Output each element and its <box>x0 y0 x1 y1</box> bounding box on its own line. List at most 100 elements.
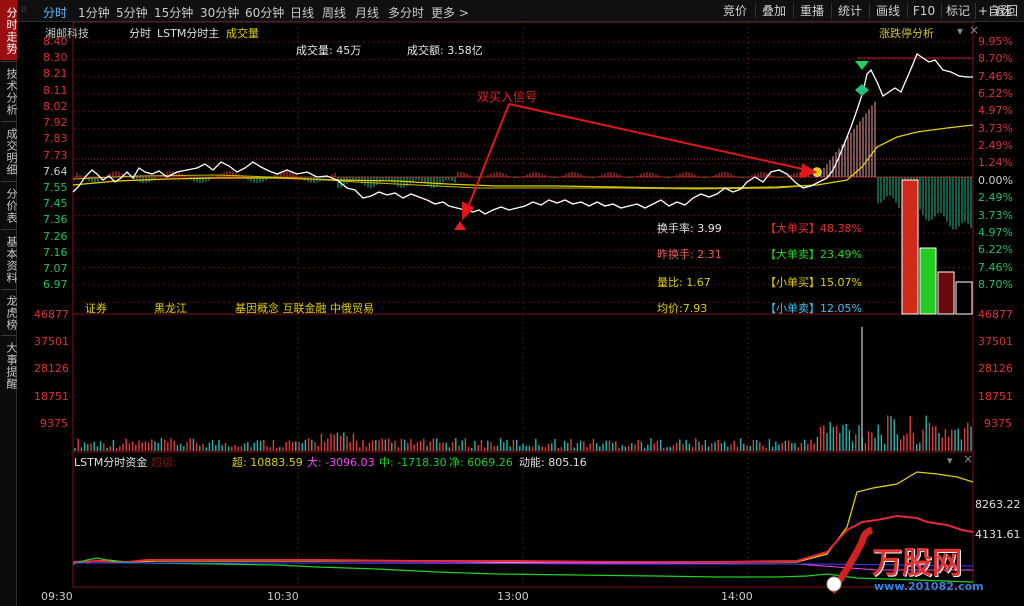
period-weekly[interactable]: 周线 <box>322 4 346 21</box>
fund-super-label: 超: 10883.59 <box>232 456 303 469</box>
pct-tick: 4.97% <box>978 104 1013 118</box>
time-tick: 14:00 <box>721 590 753 603</box>
period-toolbar: ⁞⁞ 分时 1分钟 5分钟 15分钟 30分钟 60分钟 日线 周线 月线 多分… <box>17 0 1024 22</box>
price-tick: 8.02 <box>43 99 68 113</box>
indicator-sub: 成交量 <box>226 27 259 40</box>
period-monthly[interactable]: 月线 <box>355 4 379 21</box>
price-tick: 8.11 <box>43 83 68 97</box>
amount-label: 成交额: 3.58亿 <box>407 44 483 57</box>
price-tick: 6.97 <box>43 278 68 292</box>
watermark-url: www.201082.com <box>874 580 984 593</box>
close-icon[interactable]: × <box>963 452 973 466</box>
statistics-button[interactable]: 统计 <box>833 2 867 20</box>
vol-tick: 37501 <box>34 335 69 348</box>
sidebar: 分时走势 技术分析 成交明细 分价表 基本资料 龙虎榜 大事提醒 <box>0 0 18 606</box>
big-buy-stat: 【大单买】48.38% <box>765 222 862 235</box>
fund-special-label: 超级: <box>151 456 177 469</box>
pct-tick: 9.95% <box>978 35 1013 48</box>
price-tick: 7.26 <box>43 229 68 243</box>
price-tick: 7.55 <box>43 181 68 195</box>
sidebar-tab-dragon-tiger[interactable]: 龙虎榜 <box>0 290 18 334</box>
avg-price-stat: 均价:7.93 <box>657 302 708 315</box>
period-more[interactable]: 更多 > <box>431 4 469 21</box>
price-tick: 7.16 <box>43 245 68 259</box>
small-buy-stat: 【小单买】15.07% <box>765 276 862 289</box>
vol-tick: 46877 <box>34 308 69 321</box>
price-tick: 7.36 <box>43 213 68 227</box>
drawing-button[interactable]: 画线 <box>871 2 905 20</box>
sidebar-tab-events[interactable]: 大事提醒 <box>0 336 18 394</box>
watermark-brand: 万股网 <box>872 546 962 581</box>
vol-tick-r: 46877 <box>978 308 1013 321</box>
sidebar-tab-profile[interactable]: 基本资料 <box>0 230 18 288</box>
chart-panel: 湘邮科技 分时 LSTM分时主 成交量 成交量: 45万 成交额: 3.58亿 … <box>17 22 1024 606</box>
price-tick: 7.45 <box>43 197 68 211</box>
price-tick: 7.73 <box>43 148 68 162</box>
vol-tick-r: 18751 <box>978 390 1013 403</box>
vol-tick-r: 9375 <box>984 417 1012 430</box>
signal-annotation: 双买入信号 <box>477 90 538 104</box>
pct-tick: 6.22% <box>978 243 1013 257</box>
prev-turnover-stat: 昨换手: 2.31 <box>657 248 722 261</box>
chevron-down-icon[interactable]: ▾ <box>947 454 953 467</box>
time-tick: 10:30 <box>267 590 299 603</box>
fund-momentum-label: 动能: 805.16 <box>519 456 587 469</box>
volume-ratio-stat: 量比: 1.67 <box>657 276 711 289</box>
period-daily[interactable]: 日线 <box>290 4 314 21</box>
sidebar-tab-timeshare[interactable]: 分时走势 <box>0 0 18 60</box>
pct-tick: 2.49% <box>978 191 1013 205</box>
volume-label: 成交量: 45万 <box>296 44 362 57</box>
period-1min[interactable]: 1分钟 <box>78 4 110 21</box>
sector-tag: 证券 <box>85 302 107 315</box>
vol-tick: 9375 <box>40 417 68 430</box>
small-sell-stat: 【小单卖】12.05% <box>765 302 862 315</box>
big-sell-stat: 【大单卖】23.49% <box>765 248 862 261</box>
buy-signal-marker <box>454 221 466 230</box>
mark-button[interactable]: 标记 <box>943 2 973 20</box>
turnover-stat: 换手率: 3.99 <box>657 222 722 235</box>
replay-button[interactable]: 重播 <box>795 2 829 20</box>
chevron-down-icon[interactable]: ▾ <box>957 24 963 38</box>
sidebar-tab-technical[interactable]: 技术分析 <box>0 62 18 120</box>
period-5min[interactable]: 5分钟 <box>116 4 148 21</box>
concept-tag: 基因概念 互联金融 中俄贸易 <box>235 302 374 315</box>
time-tick: 13:00 <box>497 590 529 603</box>
pct-tick: 7.46% <box>978 69 1013 83</box>
price-tick: 8.40 <box>43 35 68 48</box>
pct-tick: 6.22% <box>978 87 1013 101</box>
time-tick: 09:30 <box>41 590 73 603</box>
period-multi[interactable]: 多分时 <box>388 4 424 21</box>
pct-tick: 1.24% <box>978 156 1013 170</box>
sidebar-tab-price-table[interactable]: 分价表 <box>0 182 18 228</box>
period-30min[interactable]: 30分钟 <box>200 4 239 21</box>
sidebar-tab-trade-detail[interactable]: 成交明细 <box>0 122 18 180</box>
pct-tick: 4.97% <box>978 225 1013 239</box>
period-15min[interactable]: 15分钟 <box>154 4 193 21</box>
price-tick: 7.07 <box>43 262 68 276</box>
limit-analysis-title[interactable]: 涨跌停分析 <box>879 25 934 41</box>
period-timeshare[interactable]: 分时 <box>43 4 67 21</box>
f10-button[interactable]: F10 <box>909 2 939 20</box>
pct-tick: 0.00% <box>978 173 1013 187</box>
price-tick: 7.64 <box>43 164 68 178</box>
price-tick: 8.21 <box>43 67 68 81</box>
pct-tick: 7.46% <box>978 260 1013 274</box>
vol-tick: 18751 <box>34 390 69 403</box>
grip-icon: ⁞⁞ <box>21 5 27 15</box>
overlay-button[interactable]: 叠加 <box>757 2 791 20</box>
pct-tick: 3.73% <box>978 121 1013 135</box>
pct-tick: 8.70% <box>978 52 1013 66</box>
fund-tick: 8263.22 <box>975 498 1021 511</box>
back-button[interactable]: 返回 <box>990 2 1022 20</box>
vol-tick: 28126 <box>34 362 69 375</box>
vol-tick-r: 28126 <box>978 362 1013 375</box>
region-tag: 黑龙江 <box>154 302 187 315</box>
fund-mid-label: 中: -1718.30 <box>379 456 447 469</box>
period-60min[interactable]: 60分钟 <box>245 4 284 21</box>
pct-tick: 2.49% <box>978 139 1013 153</box>
pct-tick: 8.70% <box>978 277 1013 291</box>
auction-button[interactable]: 竞价 <box>718 2 752 20</box>
watermark-logo: 万股网 www.201082.com <box>822 522 1002 604</box>
fund-net-label: 净: 6069.26 <box>449 456 513 469</box>
fund-big-label: 大: -3096.03 <box>307 456 375 469</box>
